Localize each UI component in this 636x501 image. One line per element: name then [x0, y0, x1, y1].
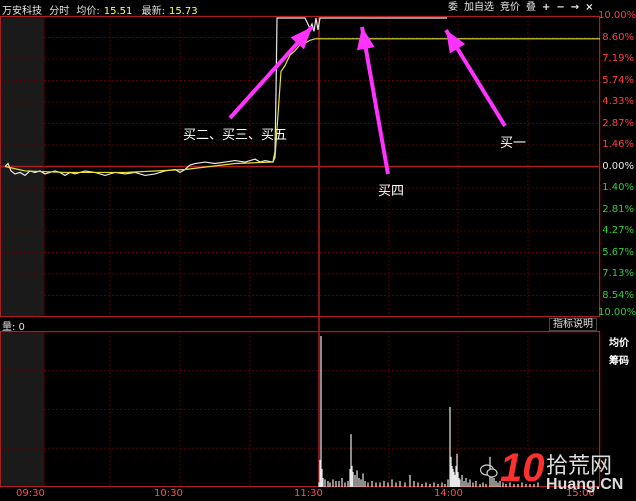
volume-label: 量: 0	[2, 322, 25, 333]
annotation-buy-2-3-5: 买二、买三、买五	[183, 128, 288, 143]
time-label-1030: 10:30	[154, 488, 183, 499]
arrow-shaft	[360, 26, 390, 175]
time-label-0930: 09:30	[16, 488, 45, 499]
price-label: 4.27%	[602, 225, 634, 236]
intraday-chart[interactable]	[0, 0, 636, 501]
price-label: 1.40%	[602, 182, 634, 193]
price-label: 2.81%	[602, 203, 634, 215]
arrow-buy-1	[444, 28, 507, 128]
price-label: 0.00%	[602, 160, 634, 172]
arrow-buy-2-3-5	[228, 25, 314, 120]
price-label: 2.87%	[602, 117, 634, 129]
price-label: 5.67%	[602, 246, 634, 258]
arrow-buy-4	[356, 26, 390, 175]
indicator-help-button[interactable]: 指标说明	[549, 318, 597, 331]
price-label: 5.74%	[602, 74, 634, 86]
volume-header: 量: 0 指标说明	[0, 318, 600, 333]
price-label: 8.54%	[602, 289, 634, 301]
time-label-1130: 11:30	[294, 488, 323, 499]
annotation-buy-1: 买一	[500, 136, 527, 151]
annotation-buy-4: 买四	[378, 184, 405, 199]
chart-grid	[0, 15, 601, 488]
price-label: 7.13%	[602, 268, 634, 279]
price-label: 10.00%	[598, 10, 636, 21]
avg-price-tab[interactable]: 均价	[602, 336, 636, 352]
watermark-en: Huang.CN	[546, 476, 624, 493]
site-watermark: 10 拾荒网 Huang.CN	[480, 446, 636, 501]
price-label: 1.46%	[602, 139, 634, 150]
wechat-icon	[480, 464, 498, 478]
annotation-arrows	[228, 25, 507, 175]
watermark-ten: 10	[500, 446, 545, 490]
arrow-head	[446, 30, 466, 54]
price-label: 10.00%	[598, 307, 636, 318]
price-label: 8.60%	[602, 31, 634, 43]
chip-distribution-tab[interactable]: 筹码	[602, 354, 636, 370]
price-line	[4, 17, 335, 177]
price-label: 4.33%	[602, 96, 634, 107]
price-label: 7.19%	[602, 53, 634, 64]
time-label-1400: 14:00	[434, 488, 463, 499]
